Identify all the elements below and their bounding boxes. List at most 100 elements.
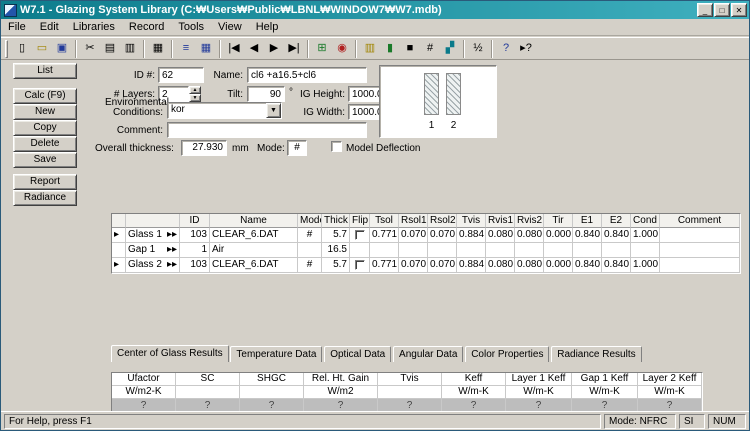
next-record-icon[interactable]: ▶: [264, 39, 284, 59]
cell-id[interactable]: 103: [180, 258, 210, 273]
titlebar[interactable]: W7.1 - Glazing System Library (C:₩Users₩…: [1, 1, 749, 19]
comment-field[interactable]: [167, 122, 367, 138]
grid-toggle-icon[interactable]: #: [420, 39, 440, 59]
cell-e2[interactable]: 0.840: [602, 228, 631, 243]
cell-rvis2[interactable]: 0.080: [515, 228, 544, 243]
paste-icon[interactable]: ▥: [120, 39, 140, 59]
menu-tools[interactable]: Tools: [171, 19, 211, 35]
layer-label-cell[interactable]: Gap 1▸▸: [126, 243, 180, 258]
context-help-icon[interactable]: ▸?: [516, 39, 536, 59]
cell-rvis1[interactable]: 0.080: [486, 258, 515, 273]
layers-spinner[interactable]: ▲▼: [189, 86, 201, 102]
help-icon[interactable]: ?: [496, 39, 516, 59]
glass-library-icon[interactable]: ◉: [332, 39, 352, 59]
detail-view-icon[interactable]: ▦: [196, 39, 216, 59]
cell-id[interactable]: 1: [180, 243, 210, 258]
tab-temperature-data[interactable]: Temperature Data: [230, 346, 322, 362]
calc-button[interactable]: Calc (F9): [13, 88, 77, 104]
cell-tvis[interactable]: 0.884: [457, 258, 486, 273]
copy-icon[interactable]: ▤: [100, 39, 120, 59]
cell-rsol1[interactable]: 0.070: [399, 228, 428, 243]
new-file-icon[interactable]: ▯: [12, 39, 32, 59]
report-button[interactable]: Report: [13, 174, 77, 190]
cell-rsol1[interactable]: 0.070: [399, 258, 428, 273]
cell-tir[interactable]: [544, 243, 573, 258]
cut-icon[interactable]: ✂: [80, 39, 100, 59]
cell-tsol[interactable]: 0.771: [370, 228, 399, 243]
cell-comment[interactable]: [660, 258, 740, 273]
save-icon[interactable]: ▣: [52, 39, 72, 59]
tab-radiance-results[interactable]: Radiance Results: [551, 346, 641, 362]
cell-thick[interactable]: 16.5: [322, 243, 350, 258]
maximize-button[interactable]: □: [714, 3, 730, 17]
cell-flip[interactable]: [350, 243, 370, 258]
list-view-icon[interactable]: ≡: [176, 39, 196, 59]
cell-mode[interactable]: [298, 243, 322, 258]
cell-tir[interactable]: 0.000: [544, 228, 573, 243]
name-field[interactable]: [247, 67, 367, 83]
cell-rvis1[interactable]: 0.080: [486, 228, 515, 243]
layer-link-icon[interactable]: ▸▸: [167, 258, 177, 272]
cell-name[interactable]: CLEAR_6.DAT: [210, 228, 298, 243]
environmental-conditions-select[interactable]: kor ▼: [167, 102, 282, 119]
layer-label-cell[interactable]: Glass 2▸▸: [126, 258, 180, 273]
new-button[interactable]: New: [13, 104, 77, 120]
menu-libraries[interactable]: Libraries: [66, 19, 122, 35]
tab-optical-data[interactable]: Optical Data: [324, 346, 391, 362]
cell-comment[interactable]: [660, 243, 740, 258]
layer-link-icon[interactable]: ▸▸: [167, 228, 177, 242]
cell-rsol2[interactable]: 0.070: [428, 228, 457, 243]
cell-id[interactable]: 103: [180, 228, 210, 243]
cell-comment[interactable]: [660, 228, 740, 243]
menu-help[interactable]: Help: [249, 19, 286, 35]
cell-rvis2[interactable]: 0.080: [515, 258, 544, 273]
save-button[interactable]: Save: [13, 152, 77, 168]
cell-flip[interactable]: [350, 258, 370, 273]
cell-name[interactable]: CLEAR_6.DAT: [210, 258, 298, 273]
cell-tir[interactable]: 0.000: [544, 258, 573, 273]
cell-e2[interactable]: [602, 243, 631, 258]
dropdown-arrow-icon[interactable]: ▼: [266, 103, 281, 118]
layer-link-icon[interactable]: ▸▸: [167, 243, 177, 257]
cell-cond[interactable]: 1.000: [631, 258, 660, 273]
menu-view[interactable]: View: [211, 19, 249, 35]
cell-rvis2[interactable]: [515, 243, 544, 258]
layer-label-cell[interactable]: Glass 1▸▸: [126, 228, 180, 243]
window-library-icon[interactable]: ⊞: [312, 39, 332, 59]
delete-button[interactable]: Delete: [13, 136, 77, 152]
flip-checkbox[interactable]: [355, 260, 365, 270]
spin-down-icon[interactable]: ▼: [189, 94, 201, 102]
menu-file[interactable]: File: [1, 19, 33, 35]
cell-rsol1[interactable]: [399, 243, 428, 258]
cell-cond[interactable]: [631, 243, 660, 258]
cell-e1[interactable]: 0.840: [573, 258, 602, 273]
radiance-button[interactable]: Radiance: [13, 190, 77, 206]
tab-color-properties[interactable]: Color Properties: [465, 346, 549, 362]
environment-icon[interactable]: ▞: [440, 39, 460, 59]
cell-flip[interactable]: [350, 228, 370, 243]
prev-record-icon[interactable]: ◀: [244, 39, 264, 59]
last-record-icon[interactable]: ▶|: [284, 39, 304, 59]
cell-e2[interactable]: 0.840: [602, 258, 631, 273]
divider-library-icon[interactable]: ■: [400, 39, 420, 59]
cell-thick[interactable]: 5.7: [322, 258, 350, 273]
percent-icon[interactable]: ½: [468, 39, 488, 59]
tilt-field[interactable]: [247, 86, 285, 102]
cell-thick[interactable]: 5.7: [322, 228, 350, 243]
menu-edit[interactable]: Edit: [33, 19, 66, 35]
cell-tsol[interactable]: [370, 243, 399, 258]
copy-button[interactable]: Copy: [13, 120, 77, 136]
cell-tvis[interactable]: [457, 243, 486, 258]
cell-tsol[interactable]: 0.771: [370, 258, 399, 273]
first-record-icon[interactable]: |◀: [224, 39, 244, 59]
spin-up-icon[interactable]: ▲: [189, 86, 201, 94]
tab-angular-data[interactable]: Angular Data: [393, 346, 463, 362]
cell-rsol2[interactable]: 0.070: [428, 258, 457, 273]
open-icon[interactable]: ▭: [32, 39, 52, 59]
cell-e1[interactable]: 0.840: [573, 228, 602, 243]
cell-cond[interactable]: 1.000: [631, 228, 660, 243]
gap-library-icon[interactable]: ▥: [360, 39, 380, 59]
cell-mode[interactable]: #: [298, 228, 322, 243]
print-icon[interactable]: ▦: [148, 39, 168, 59]
id-field[interactable]: [158, 67, 204, 83]
